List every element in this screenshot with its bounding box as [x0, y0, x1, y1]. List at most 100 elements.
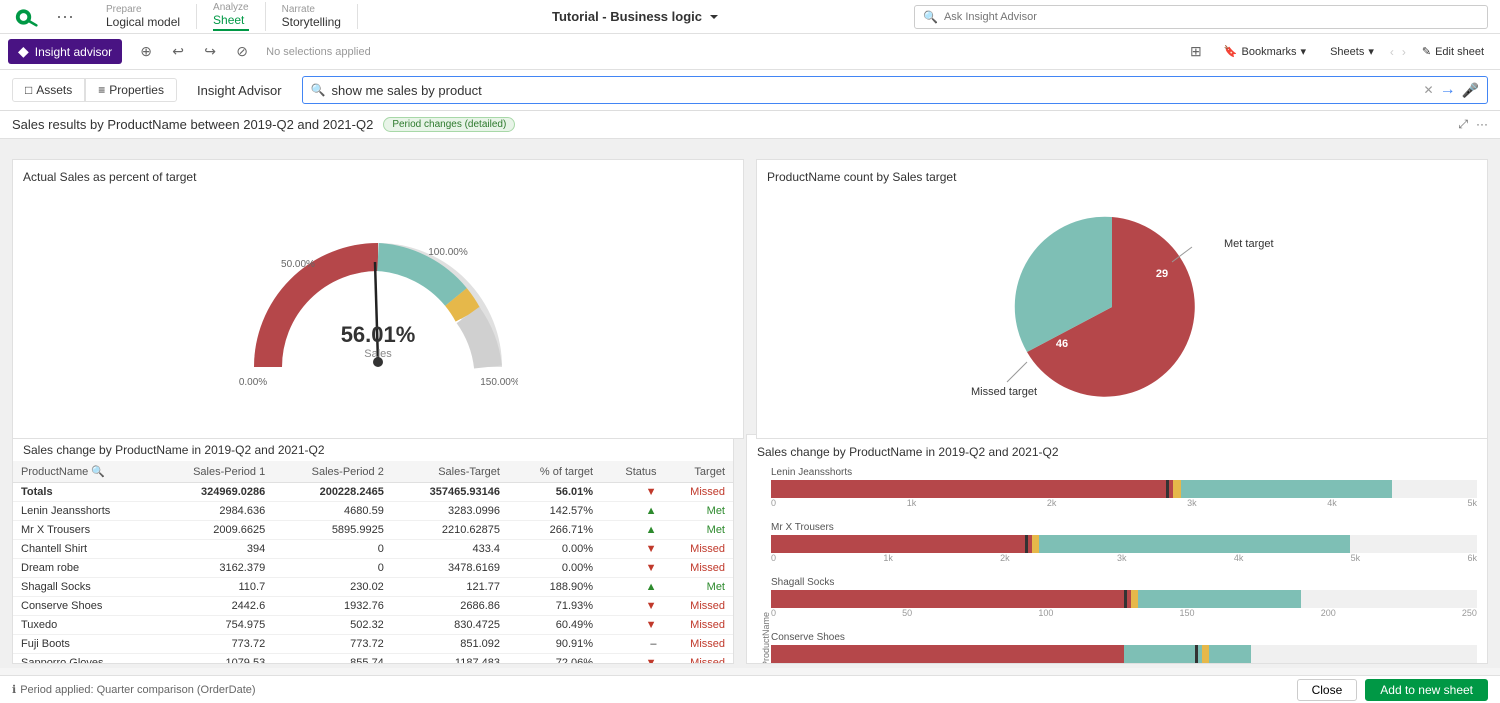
nav-analyze[interactable]: Analyze Sheet	[197, 2, 266, 31]
tab-assets[interactable]: □ Assets	[12, 78, 85, 102]
main-content: Actual Sales as percent of target	[0, 139, 1500, 668]
bar-chart-container: ProductName Lenin Jeansshorts 01k2k3k4k5…	[757, 467, 1477, 664]
gauge-svg: 56.01% Sales 0.00% 50.00% 100.00% 150.00…	[238, 207, 518, 407]
pie-svg: 46 29 Missed target Met target	[952, 197, 1292, 417]
table-row[interactable]: Shagall Socks 110.7 230.02 121.77 188.90…	[13, 578, 733, 597]
nav-more-icon[interactable]: ···	[56, 6, 74, 27]
nav-narrate[interactable]: Narrate Storytelling	[266, 4, 358, 29]
expand-icon[interactable]: ⤢	[1458, 117, 1468, 132]
edit-sheet-button[interactable]: ✎ Edit sheet	[1414, 42, 1492, 61]
totals-period1: 324969.0286	[155, 483, 274, 502]
svg-text:Sales: Sales	[364, 348, 392, 360]
footer-period-info: ℹ Period applied: Quarter comparison (Or…	[12, 683, 256, 696]
selection-tool-icon[interactable]: ⊕	[134, 40, 158, 64]
qlik-logo	[12, 7, 44, 27]
table-card: Sales change by ProductName in 2019-Q2 a…	[12, 434, 734, 664]
add-to-sheet-button[interactable]: Add to new sheet	[1365, 679, 1488, 701]
gauge-container: 56.01% Sales 0.00% 50.00% 100.00% 150.00…	[23, 192, 733, 422]
gauge-chart-title: Actual Sales as percent of target	[23, 170, 733, 184]
analyze-label: Analyze	[213, 2, 249, 13]
selections-text: No selections applied	[266, 46, 371, 58]
section-actions: ⤢ ···	[1458, 117, 1488, 132]
svg-text:50.00%: 50.00%	[281, 259, 315, 270]
top-navigation: ··· Prepare Logical model Analyze Sheet …	[0, 0, 1500, 34]
table-row[interactable]: Chantell Shirt 394 0 433.4 0.00% ▼ Misse…	[13, 540, 733, 559]
search-clear-icon[interactable]: ✕	[1424, 83, 1434, 97]
period-badge[interactable]: Period changes (detailed)	[383, 117, 515, 132]
search-mic-icon[interactable]: 🎤	[1462, 82, 1479, 99]
close-button[interactable]: Close	[1297, 679, 1358, 701]
totals-sales-target: 357465.93146	[392, 483, 508, 502]
totals-name: Totals	[13, 483, 155, 502]
bar-gold-2	[1032, 535, 1039, 553]
grid-icon[interactable]: ⊞	[1184, 40, 1208, 64]
insight-advisor-label: Insight Advisor	[185, 83, 294, 98]
pie-chart-title: ProductName count by Sales target	[767, 170, 1477, 184]
narrate-label: Narrate	[282, 4, 341, 15]
insight-advisor-button[interactable]: ◆ Insight advisor	[8, 39, 122, 64]
bar-row-4: Conserve Shoes 05001k1.5k2k2.5k3k	[771, 632, 1477, 664]
tab-properties[interactable]: ≡ Properties	[85, 78, 177, 102]
app-title-area: Tutorial - Business logic	[358, 9, 914, 24]
table-row[interactable]: Sapporro Gloves 1079.53 855.74 1187.483 …	[13, 654, 733, 665]
table-row[interactable]: Fuji Boots 773.72 773.72 851.092 90.91% …	[13, 635, 733, 654]
bottom-row: Sales change by ProductName in 2019-Q2 a…	[12, 434, 1488, 664]
totals-pct: 56.01%	[508, 483, 601, 502]
bar-rows: Lenin Jeansshorts 01k2k3k4k5k	[771, 467, 1477, 664]
sheets-button[interactable]: Sheets ▾	[1322, 42, 1382, 61]
table-row-totals[interactable]: Totals 324969.0286 200228.2465 357465.93…	[13, 483, 733, 502]
svg-text:0.00%: 0.00%	[239, 377, 267, 388]
redo-icon[interactable]: ↪	[198, 40, 222, 64]
col-pct: % of target	[508, 461, 601, 483]
svg-text:100.00%: 100.00%	[428, 247, 468, 258]
narrate-value: Storytelling	[282, 15, 341, 29]
table-row[interactable]: Mr X Trousers 2009.6625 5895.9925 2210.6…	[13, 521, 733, 540]
nav-prepare[interactable]: Prepare Logical model	[90, 4, 197, 29]
bar-chart-card: Sales change by ProductName in 2019-Q2 a…	[746, 434, 1488, 664]
app-title[interactable]: Tutorial - Business logic	[552, 9, 720, 24]
footer-actions: Close Add to new sheet	[1297, 679, 1488, 701]
pie-container: 46 29 Missed target Met target	[767, 192, 1477, 422]
bar-gold-1	[1173, 480, 1181, 498]
table-row[interactable]: Lenin Jeansshorts 2984.636 4680.59 3283.…	[13, 502, 733, 521]
section-header: Sales results by ProductName between 201…	[0, 111, 1500, 139]
svg-text:Missed target: Missed target	[971, 386, 1037, 398]
analyze-value: Sheet	[213, 13, 249, 31]
top-search-input[interactable]	[944, 11, 1479, 23]
bar-marker-3	[1124, 590, 1127, 608]
totals-arrow: ▼	[601, 483, 664, 502]
bar-chart-title: Sales change by ProductName in 2019-Q2 a…	[757, 445, 1477, 459]
undo-icon[interactable]: ↩	[166, 40, 190, 64]
col-status: Status	[601, 461, 664, 483]
bar-marker-2	[1025, 535, 1028, 553]
more-options-icon[interactable]: ···	[1476, 117, 1488, 132]
prepare-label: Prepare	[106, 4, 180, 15]
svg-text:56.01%: 56.01%	[341, 322, 416, 347]
second-navigation: ◆ Insight advisor ⊕ ↩ ↪ ⊘ No selections …	[0, 34, 1500, 70]
svg-text:46: 46	[1056, 338, 1068, 350]
table-row[interactable]: Dream robe 3162.379 0 3478.6169 0.00% ▼ …	[13, 559, 733, 578]
info-icon: ℹ	[12, 683, 16, 696]
totals-period2: 200228.2465	[273, 483, 392, 502]
bar-gold-4	[1202, 645, 1209, 663]
insight-icon: ◆	[18, 43, 29, 60]
svg-text:29: 29	[1156, 268, 1168, 280]
bar-row-1: Lenin Jeansshorts 01k2k3k4k5k	[771, 467, 1477, 508]
table-row[interactable]: Conserve Shoes 2442.6 1932.76 2686.86 71…	[13, 597, 733, 616]
edit-icon: ✎	[1422, 45, 1431, 58]
bookmarks-button[interactable]: 🔖 Bookmarks ▾	[1216, 42, 1314, 61]
search-input[interactable]	[331, 83, 1417, 98]
bar-marker-1	[1166, 480, 1169, 498]
search-productname-button[interactable]: 🔍	[91, 465, 105, 478]
bar-red-2	[771, 535, 1039, 553]
prepare-value: Logical model	[106, 15, 180, 29]
bookmark-icon: 🔖	[1224, 45, 1238, 58]
nav-right-actions: ⊞ 🔖 Bookmarks ▾ Sheets ▾ ‹ › ✎ Edit shee…	[1184, 40, 1492, 64]
search-input-wrap: 🔍 ✕ → 🎤	[302, 76, 1488, 104]
table-row[interactable]: Tuxedo 754.975 502.32 830.4725 60.49% ▼ …	[13, 616, 733, 635]
sheets-chevron: ▾	[1368, 45, 1374, 58]
search-submit-icon[interactable]: →	[1440, 81, 1456, 99]
clear-icon[interactable]: ⊘	[230, 40, 254, 64]
nav-icons-group: ⊕ ↩ ↪ ⊘	[134, 40, 254, 64]
properties-icon: ≡	[98, 83, 105, 97]
